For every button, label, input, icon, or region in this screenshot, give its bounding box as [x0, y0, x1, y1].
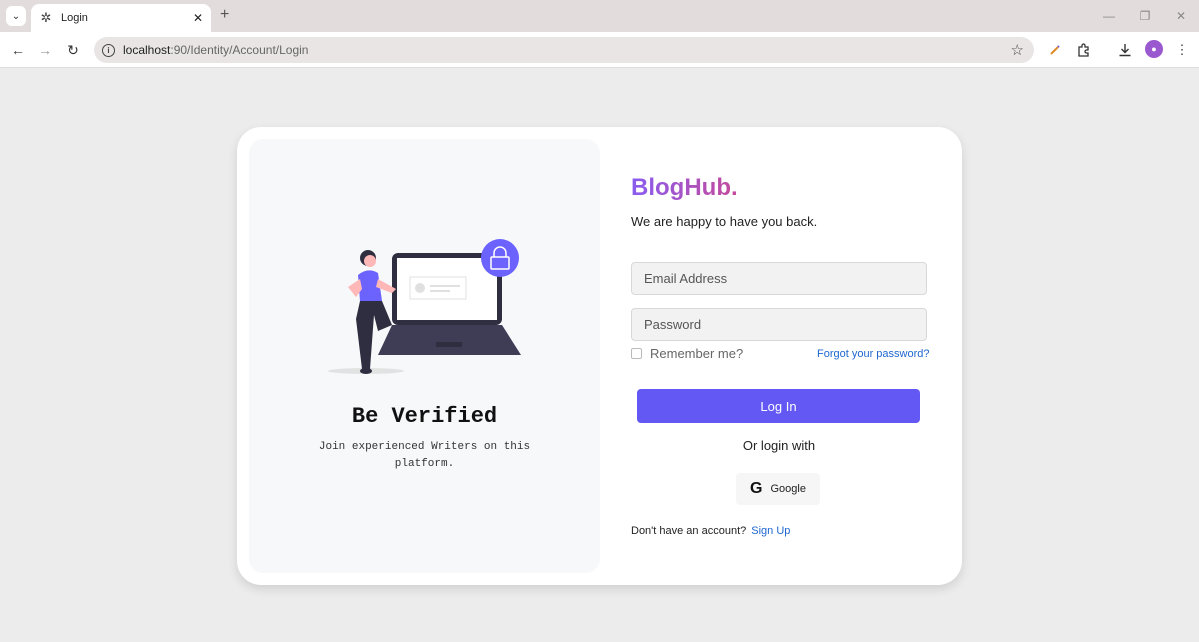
puzzle-icon[interactable] [1074, 40, 1094, 60]
remember-me-label[interactable]: Remember me? [650, 346, 743, 361]
reload-button[interactable]: ↻ [63, 40, 83, 60]
more-menu-icon[interactable]: ⋮ [1172, 40, 1192, 60]
hero-subtitle: Join experienced Writers on this platfor… [318, 441, 531, 470]
welcome-text: We are happy to have you back. [631, 214, 818, 229]
minimize-button[interactable]: — [1091, 0, 1127, 32]
favicon-icon: ✲ [40, 10, 52, 25]
forgot-password-link[interactable]: Forgot your password? [817, 348, 930, 360]
forward-button[interactable]: → [35, 40, 55, 60]
no-account-text: Don't have an account? [631, 525, 747, 537]
bookmark-star-icon[interactable]: ☆ [1011, 41, 1024, 59]
signup-link[interactable]: Sign Up [751, 525, 790, 537]
tab-strip: ⌄ ✲ Login ✕ + — ❐ ✕ [0, 0, 1199, 32]
hero-title: Be Verified [351, 404, 498, 429]
browser-toolbar: ← → ↻ i localhost:90/Identity/Account/Lo… [0, 32, 1199, 68]
remember-me-row[interactable]: Remember me? [631, 346, 743, 361]
profile-avatar[interactable]: ● [1145, 40, 1163, 58]
signup-row: Don't have an account? Sign Up [631, 525, 790, 537]
restore-button[interactable]: ❐ [1127, 0, 1163, 32]
url-host: localhost [123, 43, 171, 57]
site-info-icon[interactable]: i [102, 43, 115, 57]
email-field[interactable] [631, 262, 927, 295]
password-field[interactable] [631, 308, 927, 341]
brand-logo: BlogHub. [631, 174, 738, 201]
login-card: Be Verified Join experienced Writers on … [237, 127, 962, 585]
new-tab-button[interactable]: + [220, 6, 229, 24]
close-icon[interactable]: ✕ [193, 11, 203, 25]
back-button[interactable]: ← [8, 40, 28, 60]
url-path: :90/Identity/Account/Login [170, 43, 309, 57]
verification-illustration [328, 239, 521, 374]
tab-title: Login [61, 12, 88, 24]
tab-search-button[interactable]: ⌄ [6, 6, 26, 26]
close-window-button[interactable]: ✕ [1163, 0, 1199, 32]
chevron-down-icon: ⌄ [11, 10, 21, 22]
pen-extension-icon[interactable] [1045, 40, 1065, 60]
hero-panel: Be Verified Join experienced Writers on … [249, 139, 600, 573]
login-button[interactable]: Log In [637, 389, 920, 423]
window-controls: — ❐ ✕ [1091, 0, 1199, 32]
address-bar[interactable]: i localhost:90/Identity/Account/Login ☆ [94, 37, 1034, 63]
google-label: Google [770, 483, 806, 495]
google-icon: G [750, 480, 763, 497]
download-icon[interactable] [1115, 40, 1135, 60]
google-login-button[interactable]: G Google [736, 473, 820, 505]
or-login-with-text: Or login with [742, 438, 816, 453]
tab-login[interactable]: ✲ Login ✕ [31, 4, 211, 32]
remember-me-checkbox[interactable] [631, 348, 642, 359]
